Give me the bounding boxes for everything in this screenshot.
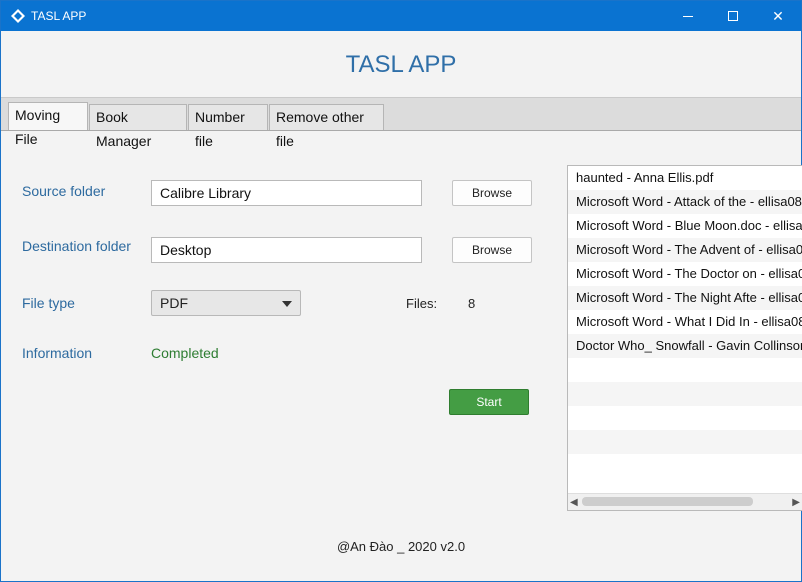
files-label: Files: [406, 296, 438, 311]
tab-remove-other-file[interactable]: Remove other file [269, 104, 384, 149]
title-bar[interactable]: TASL APP ✕ [1, 1, 801, 31]
minimize-button[interactable] [665, 1, 711, 31]
page-title: TASL APP [345, 51, 457, 78]
scroll-left-icon[interactable]: ◀ [570, 497, 578, 508]
chevron-down-icon [282, 301, 292, 307]
source-folder-input[interactable]: Calibre Library [151, 180, 422, 206]
file-type-select[interactable]: PDF [151, 290, 301, 316]
file-list-item[interactable]: Microsoft Word - The Advent of - ellisa0… [568, 238, 802, 262]
window-title: TASL APP [31, 9, 87, 23]
file-type-label: File type [22, 295, 75, 311]
empty-list-row [568, 454, 802, 478]
footer-credit: @An Đào _ 2020 v2.0 [336, 539, 466, 554]
file-list-item[interactable]: Microsoft Word - Blue Moon.doc - ellisa0… [568, 214, 802, 238]
file-type-value: PDF [160, 295, 188, 311]
tab-moving-file[interactable]: Moving File [8, 102, 88, 147]
browse-source-button[interactable]: Browse [452, 180, 532, 206]
empty-list-row [568, 358, 802, 382]
file-listbox[interactable]: haunted - Anna Ellis.pdf Microsoft Word -… [567, 165, 802, 511]
file-list-item[interactable]: Microsoft Word - The Doctor on - ellisa0… [568, 262, 802, 286]
start-button[interactable]: Start [449, 389, 529, 415]
source-folder-label: Source folder [22, 183, 106, 199]
close-icon: ✕ [772, 8, 784, 24]
file-list-item[interactable]: Doctor Who_ Snowfall - Gavin Collinson [568, 334, 802, 358]
destination-folder-input[interactable]: Desktop [151, 237, 422, 263]
file-list-item[interactable]: Microsoft Word - Attack of the - ellisa0… [568, 190, 802, 214]
empty-list-row [568, 406, 802, 430]
file-list-item[interactable]: haunted - Anna Ellis.pdf [568, 166, 802, 190]
tab-strip: Moving File Book Manager Number file Rem… [1, 98, 801, 149]
empty-list-row [568, 430, 802, 454]
scroll-right-icon[interactable]: ▶ [792, 497, 800, 508]
files-count: 8 [468, 296, 476, 311]
app-window: TASL APP ✕ TASL APP Moving File Book Man… [0, 0, 802, 582]
destination-folder-label: Destination folder [22, 238, 131, 254]
tab-book-manager[interactable]: Book Manager [89, 104, 187, 149]
file-list-rows: haunted - Anna Ellis.pdf Microsoft Word -… [568, 166, 802, 478]
scrollbar-thumb[interactable] [582, 497, 753, 506]
information-label: Information [22, 345, 93, 361]
close-button[interactable]: ✕ [755, 1, 801, 31]
file-list-item[interactable]: Microsoft Word - The Night Afte - ellisa… [568, 286, 802, 310]
tab-number-file[interactable]: Number file [188, 104, 268, 149]
information-status: Completed [151, 345, 219, 361]
horizontal-scrollbar[interactable]: ◀ ▶ [568, 493, 802, 510]
browse-destination-button[interactable]: Browse [452, 237, 532, 263]
minimize-icon [683, 16, 693, 17]
empty-list-row [568, 382, 802, 406]
maximize-button[interactable] [711, 1, 757, 31]
maximize-icon [728, 11, 738, 21]
app-diamond-icon [11, 9, 25, 23]
app-header: TASL APP [1, 31, 801, 98]
file-list-item[interactable]: Microsoft Word - What I Did In - ellisa0… [568, 310, 802, 334]
